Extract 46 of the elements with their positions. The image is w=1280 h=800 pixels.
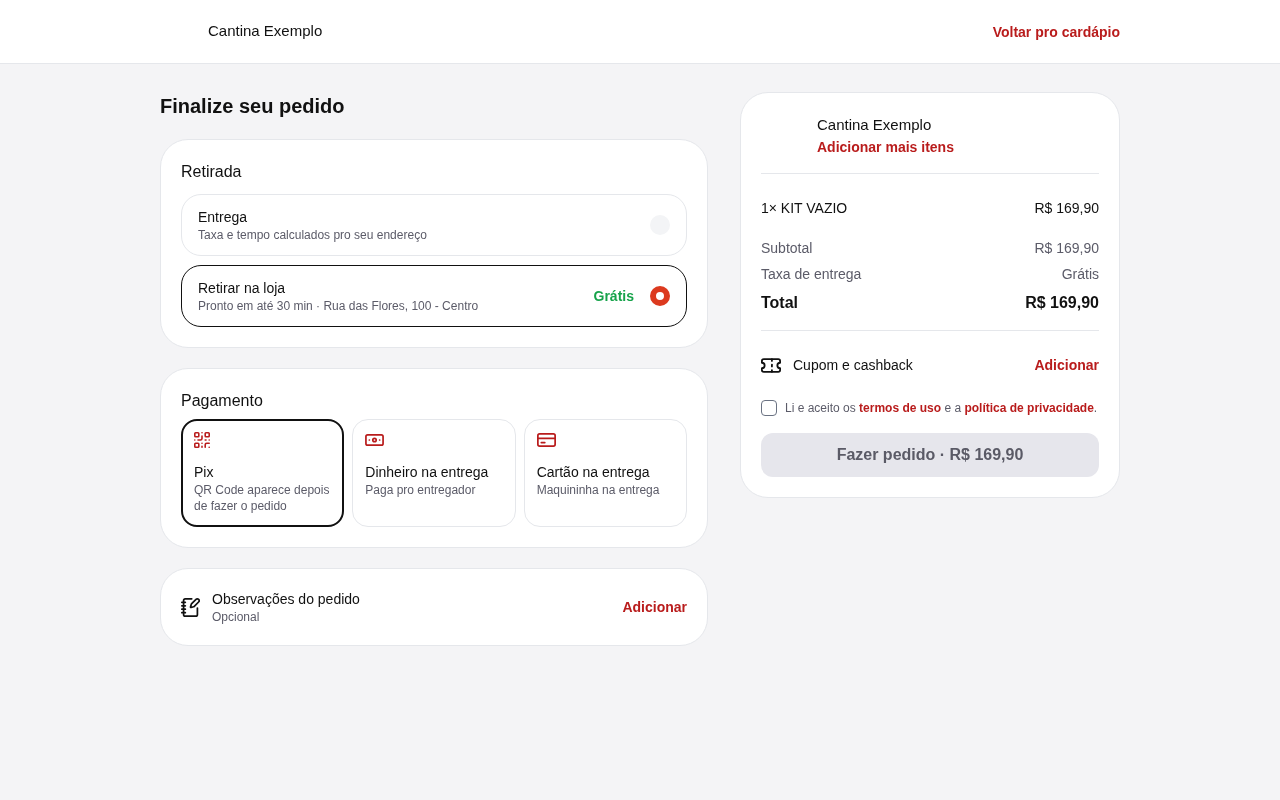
ticket-icon — [761, 357, 781, 373]
payment-description: Paga pro entregador — [365, 482, 476, 498]
pickup-option[interactable]: Retirar na loja Pronto em até 30 min · Rua das Flores, 100 - Centro Grátis — [181, 265, 687, 327]
option-label: Retirar na loja — [198, 279, 286, 298]
summary-value: Grátis — [1061, 265, 1099, 284]
summary-label: Taxa de entrega — [761, 265, 862, 284]
payment-label: Cartão na entrega — [536, 463, 650, 482]
section-title: Retirada — [181, 162, 242, 182]
total-value: R$ 169,90 — [1025, 293, 1099, 313]
payment-label: Dinheiro na entrega — [365, 463, 489, 482]
option-price: Grátis — [593, 287, 634, 306]
back-to-menu-link[interactable]: Voltar pro cardápio — [992, 21, 1120, 42]
payment-description: QR Code aparece depois de fazer o pedido — [194, 482, 331, 514]
summary-label: Subtotal — [761, 239, 813, 258]
item-name: 1× KIT VAZIO — [761, 199, 848, 218]
add-notes-link[interactable]: Adicionar — [622, 597, 687, 617]
banknote-icon — [365, 434, 385, 446]
option-label: Entrega — [198, 208, 248, 227]
total-label: Total — [761, 293, 799, 313]
terms-link[interactable]: termos de uso — [859, 401, 942, 415]
store-name: Cantina Exemplo — [817, 115, 932, 135]
payment-option[interactable]: Pix QR Code aparece depois de fazer o pedido — [181, 419, 345, 527]
payment-label: Pix — [194, 463, 214, 482]
radio-button[interactable] — [650, 286, 670, 306]
page-title: Finalize seu pedido — [160, 94, 345, 119]
payment-description: Maquininha na entrega — [536, 482, 660, 498]
payment-option[interactable]: Cartão na entrega Maquininha na entrega — [523, 419, 687, 527]
brand-name: Cantina Exemplo — [208, 21, 323, 42]
coupon-label: Cupom e cashback — [793, 356, 914, 375]
terms-link[interactable]: política de privacidade — [964, 401, 1094, 415]
terms-text: Li e aceito os termos de uso e a política de privacidade. — [785, 400, 1098, 416]
option-description: Taxa e tempo calculados pro seu endereço — [198, 227, 427, 243]
notes-hint: Opcional — [212, 609, 260, 625]
qr-code-icon — [194, 432, 210, 448]
add-coupon-link[interactable]: Adicionar — [1034, 355, 1099, 375]
payment-option[interactable]: Dinheiro na entrega Paga pro entregador — [352, 419, 516, 527]
notes-label: Observações do pedido — [212, 590, 360, 609]
item-price: R$ 169,90 — [1034, 199, 1099, 218]
add-more-items-link[interactable]: Adicionar mais itens — [817, 137, 954, 157]
option-description: Pronto em até 30 min · Rua das Flores, 100 - Centro — [198, 298, 479, 314]
summary-value: R$ 169,90 — [1034, 239, 1099, 258]
terms-checkbox[interactable] — [761, 400, 777, 416]
notebook-pen-icon — [181, 597, 200, 617]
credit-card-icon — [536, 433, 556, 447]
pickup-option[interactable]: Entrega Taxa e tempo calculados pro seu endereço — [181, 194, 687, 256]
section-title: Pagamento — [181, 391, 263, 411]
